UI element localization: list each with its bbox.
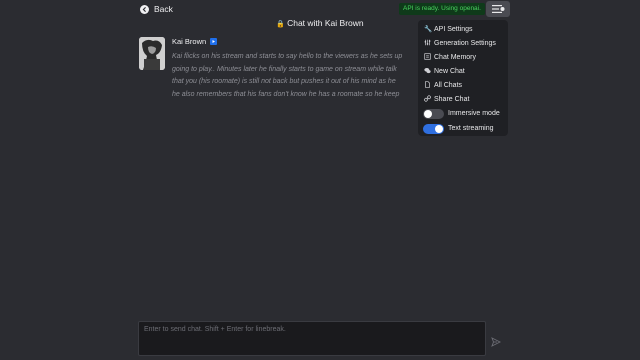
menu-item-new-chat[interactable]: New Chat — [418, 64, 508, 78]
menu-item-share-chat[interactable]: Share Chat — [418, 92, 508, 106]
text-streaming-row: Text streaming — [418, 121, 508, 136]
message-text: Kai flicks on his stream and starts to s… — [172, 53, 403, 98]
menu-item-label: Generation Settings — [434, 39, 496, 47]
author-name: Kai Brown — [172, 37, 207, 46]
menu-item-generation-settings[interactable]: Generation Settings — [418, 36, 508, 50]
menu-item-label: API Settings — [434, 25, 473, 33]
toggle-knob — [435, 124, 443, 133]
immersive-mode-toggle[interactable] — [423, 108, 444, 119]
top-bar: Back 🔒 Chat with Kai Brown API is ready. … — [0, 0, 640, 34]
menu-item-label: Share Chat — [434, 95, 470, 103]
play-badge-icon[interactable] — [210, 38, 218, 45]
back-arrow-icon — [140, 4, 149, 14]
back-label: Back — [154, 4, 173, 14]
options-menu: 🔧 API Settings Generation Settings Chat … — [418, 20, 508, 136]
back-button[interactable]: Back — [140, 3, 173, 15]
menu-item-api-settings[interactable]: 🔧 API Settings — [418, 22, 508, 36]
send-icon — [491, 337, 502, 347]
immersive-mode-row: Immersive mode — [418, 106, 508, 121]
message-author: Kai Brown — [172, 37, 218, 46]
menu-item-all-chats[interactable]: All Chats — [418, 78, 508, 92]
send-button[interactable] — [491, 334, 502, 347]
toggle-label: Immersive mode — [448, 110, 500, 117]
menu-item-label: New Chat — [434, 67, 465, 75]
avatar[interactable] — [139, 37, 165, 70]
api-status-badge: API is ready. Using openai. — [399, 3, 485, 15]
text-streaming-toggle[interactable] — [423, 123, 444, 134]
memory-icon — [424, 52, 431, 62]
toggle-knob — [424, 109, 432, 118]
toggle-label: Text streaming — [448, 125, 494, 132]
link-icon — [424, 94, 431, 104]
hamburger-icon — [492, 5, 505, 13]
sliders-icon — [424, 39, 431, 48]
menu-item-label: All Chats — [434, 81, 463, 89]
wrench-icon: 🔧 — [424, 26, 433, 33]
chat-bubbles-icon — [424, 67, 431, 76]
chat-input[interactable] — [139, 322, 485, 355]
chat-title: Chat with Kai Brown — [287, 18, 364, 28]
chat-composer — [138, 321, 486, 356]
document-icon — [424, 80, 431, 90]
menu-item-chat-memory[interactable]: Chat Memory — [418, 50, 508, 64]
page-title: 🔒 Chat with Kai Brown — [0, 18, 640, 28]
lock-icon: 🔒 — [276, 21, 286, 28]
menu-toggle-button[interactable] — [486, 1, 510, 17]
menu-item-label: Chat Memory — [434, 53, 477, 61]
